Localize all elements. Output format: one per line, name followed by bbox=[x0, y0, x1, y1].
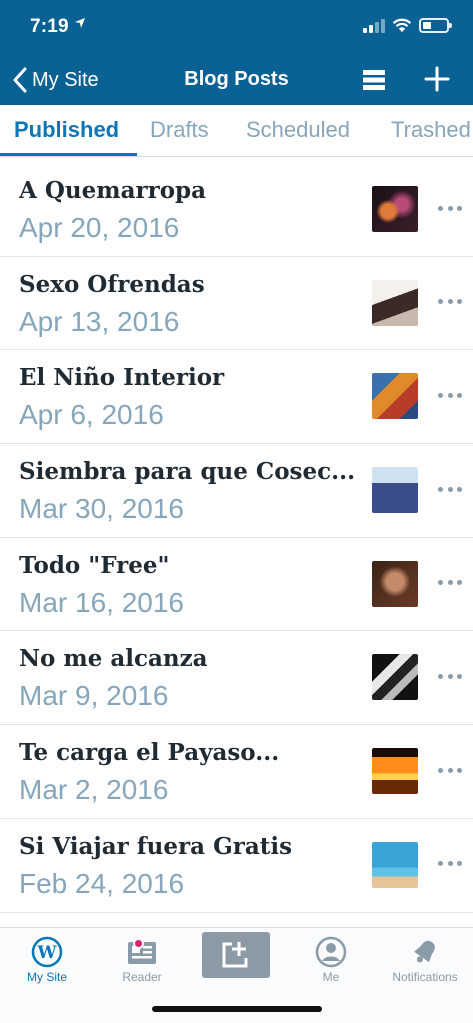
more-options-button[interactable] bbox=[436, 571, 464, 595]
tab-label: Notifications bbox=[392, 970, 458, 984]
post-title: Todo "Free" bbox=[19, 551, 170, 579]
post-list: A Quemarropa Apr 20, 2016 Sexo Ofrendas … bbox=[0, 163, 473, 913]
status-time: 7:19 bbox=[30, 16, 69, 37]
page-title: Blog Posts bbox=[184, 68, 289, 90]
post-row[interactable]: El Niño Interior Apr 6, 2016 bbox=[0, 350, 473, 445]
add-post-button[interactable] bbox=[422, 64, 452, 94]
post-date: Mar 30, 2016 bbox=[19, 493, 184, 525]
post-row[interactable]: Sexo Ofrendas Apr 13, 2016 bbox=[0, 257, 473, 351]
chevron-left-icon bbox=[13, 67, 27, 93]
tab-my-site[interactable]: W My Site bbox=[0, 936, 94, 984]
post-date: Mar 16, 2016 bbox=[19, 586, 184, 618]
post-thumbnail bbox=[372, 279, 418, 326]
wordpress-icon: W bbox=[31, 936, 63, 968]
tab-label: Reader bbox=[122, 970, 162, 984]
cellular-signal-icon bbox=[363, 18, 385, 33]
tab-trashed[interactable]: Trashed bbox=[391, 117, 471, 143]
list-view-button[interactable] bbox=[360, 66, 388, 94]
svg-text:W: W bbox=[36, 943, 57, 963]
post-date: Apr 6, 2016 bbox=[19, 399, 164, 431]
more-options-button[interactable] bbox=[436, 664, 464, 688]
location-arrow-icon bbox=[75, 18, 85, 28]
post-date: Mar 9, 2016 bbox=[19, 680, 169, 712]
me-icon bbox=[315, 936, 347, 968]
post-thumbnail bbox=[372, 186, 418, 232]
more-options-button[interactable] bbox=[436, 852, 464, 876]
post-date: Feb 24, 2016 bbox=[19, 867, 185, 899]
status-indicators bbox=[363, 18, 452, 33]
tab-published[interactable]: Published bbox=[14, 117, 119, 143]
post-row[interactable]: Te carga el Payaso... Mar 2, 2016 bbox=[0, 725, 473, 819]
post-thumbnail bbox=[372, 748, 418, 795]
more-options-button[interactable] bbox=[436, 477, 464, 501]
back-label: My Site bbox=[32, 68, 99, 91]
post-filter-tabs: Published Drafts Scheduled Trashed bbox=[0, 105, 473, 157]
list-view-icon bbox=[363, 70, 385, 90]
more-options-button[interactable] bbox=[436, 290, 464, 314]
new-post-button[interactable] bbox=[202, 932, 270, 978]
post-title: Siembra para que Cosec... bbox=[19, 458, 356, 486]
tab-reader[interactable]: Reader bbox=[95, 936, 189, 984]
post-title: No me alcanza bbox=[19, 645, 208, 673]
post-title: A Quemarropa bbox=[19, 177, 207, 204]
tab-scheduled[interactable]: Scheduled bbox=[246, 117, 350, 143]
post-row[interactable]: Si Viajar fuera Gratis Feb 24, 2016 bbox=[0, 819, 473, 913]
bell-icon bbox=[414, 940, 435, 963]
active-tab-indicator bbox=[0, 153, 137, 156]
back-button[interactable]: My Site bbox=[12, 66, 99, 94]
post-row[interactable]: No me alcanza Mar 9, 2016 bbox=[0, 631, 473, 726]
post-title: Sexo Ofrendas bbox=[19, 270, 205, 298]
more-options-button[interactable] bbox=[436, 196, 464, 220]
post-thumbnail bbox=[372, 467, 418, 514]
post-thumbnail bbox=[372, 841, 418, 888]
home-indicator bbox=[152, 1006, 322, 1012]
more-options-button[interactable] bbox=[436, 758, 464, 782]
more-options-button[interactable] bbox=[436, 383, 464, 407]
post-thumbnail bbox=[372, 373, 418, 420]
post-date: Apr 13, 2016 bbox=[19, 305, 180, 337]
post-title: El Niño Interior bbox=[19, 364, 225, 392]
top-bar: 7:19 My Site Blog Posts bbox=[0, 0, 473, 105]
post-row[interactable]: Todo "Free" Mar 16, 2016 bbox=[0, 538, 473, 632]
battery-icon bbox=[419, 18, 452, 33]
post-thumbnail bbox=[372, 654, 418, 701]
post-date: Apr 20, 2016 bbox=[19, 212, 180, 243]
new-post-icon bbox=[222, 942, 248, 968]
tab-me[interactable]: Me bbox=[284, 936, 378, 984]
post-thumbnail bbox=[372, 560, 418, 607]
post-row[interactable]: A Quemarropa Apr 20, 2016 bbox=[0, 163, 473, 257]
tab-drafts[interactable]: Drafts bbox=[150, 117, 209, 143]
wifi-icon bbox=[392, 18, 412, 32]
notification-badge bbox=[133, 938, 144, 949]
tab-label: My Site bbox=[26, 970, 67, 984]
post-row[interactable]: Siembra para que Cosec... Mar 30, 2016 bbox=[0, 444, 473, 538]
post-title: Si Viajar fuera Gratis bbox=[19, 832, 293, 860]
post-date: Mar 2, 2016 bbox=[19, 774, 169, 806]
tab-label: Me bbox=[322, 970, 340, 984]
tab-notifications[interactable]: Notifications bbox=[378, 936, 472, 984]
plus-icon bbox=[424, 66, 450, 92]
post-title: Te carga el Payaso... bbox=[19, 739, 280, 767]
